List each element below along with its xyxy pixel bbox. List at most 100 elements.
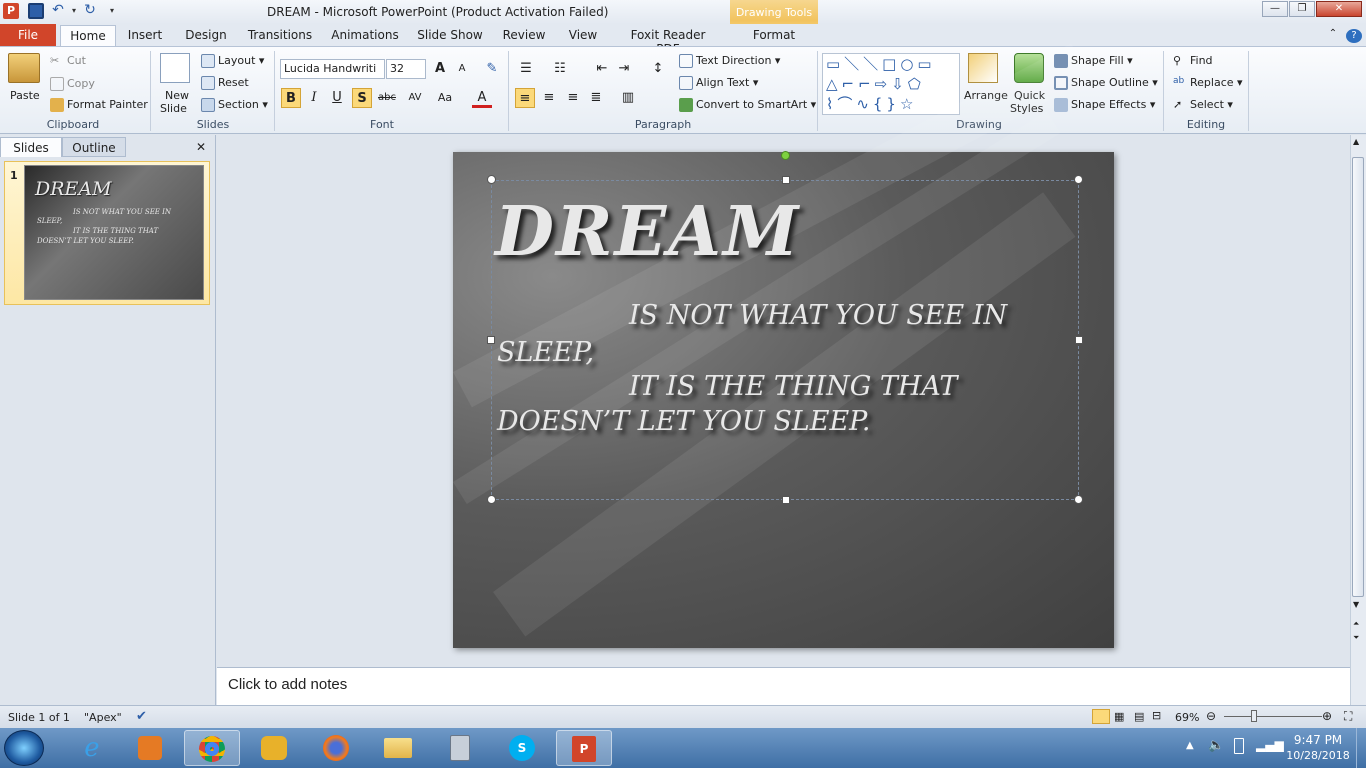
previous-slide-icon[interactable]: ⏶: [1353, 619, 1359, 629]
shapes-gallery[interactable]: ▭＼＼□○▭ △⌐⌐⇨⇩⬠ ⌇⌒∿{}☆: [822, 53, 960, 115]
decrease-indent-icon[interactable]: ⇤: [592, 59, 612, 79]
notes-pane[interactable]: Click to add notes: [217, 667, 1350, 705]
character-spacing-button[interactable]: AV: [402, 88, 428, 108]
scroll-down-icon[interactable]: ▼: [1353, 600, 1359, 609]
format-painter-button[interactable]: Format Painter: [50, 98, 148, 112]
slideshow-view-icon[interactable]: ⊟: [1152, 709, 1161, 722]
undo-dropdown-icon[interactable]: ▾: [66, 3, 82, 19]
clear-formatting-icon[interactable]: ✎: [482, 59, 502, 79]
select-button[interactable]: ➚ Select ▾: [1173, 98, 1233, 112]
replace-button[interactable]: ab Replace ▾: [1173, 76, 1243, 90]
minimize-button[interactable]: —: [1262, 1, 1288, 17]
cut-button[interactable]: ✂ Cut: [50, 54, 86, 68]
calculator-icon[interactable]: [432, 730, 488, 766]
skype-icon[interactable]: S: [494, 730, 550, 766]
tab-insert[interactable]: Insert: [124, 28, 166, 46]
battery-icon[interactable]: [1234, 738, 1244, 754]
vertical-scrollbar[interactable]: ▲ ▼ ⏶ ⏷: [1350, 135, 1366, 705]
slide-canvas[interactable]: DREAM IS NOT WHAT YOU SEE IN SLEEP, IT I…: [453, 43, 1114, 648]
normal-view-icon[interactable]: [1092, 709, 1110, 724]
fit-to-window-icon[interactable]: ⛶: [1344, 709, 1352, 724]
help-icon[interactable]: ?: [1346, 29, 1362, 43]
section-button[interactable]: Section ▾: [201, 98, 268, 112]
arrange-icon[interactable]: [968, 53, 998, 83]
save-icon[interactable]: [28, 3, 44, 19]
resize-handle[interactable]: [1075, 336, 1083, 344]
resize-handle[interactable]: [487, 495, 496, 504]
paste-button[interactable]: Paste: [10, 89, 40, 102]
align-left-icon[interactable]: ≡: [515, 88, 535, 108]
text-direction-button[interactable]: Text Direction ▾: [679, 54, 780, 68]
internet-explorer-icon[interactable]: ℯ: [64, 730, 120, 766]
numbering-icon[interactable]: ☷: [550, 59, 570, 79]
columns-icon[interactable]: ▥: [618, 88, 638, 108]
firefox-icon[interactable]: [308, 730, 364, 766]
customize-qat-icon[interactable]: ▾: [104, 3, 120, 19]
resize-handle[interactable]: [487, 336, 495, 344]
tab-outline[interactable]: Outline: [62, 137, 126, 157]
spell-check-icon[interactable]: ✔: [136, 709, 147, 724]
network-icon[interactable]: ▂▄▆: [1256, 738, 1284, 752]
clock-date[interactable]: 10/28/2018: [1282, 749, 1354, 762]
tab-view[interactable]: View: [564, 28, 602, 46]
resize-handle[interactable]: [782, 496, 790, 504]
strikethrough-button[interactable]: abc: [375, 88, 399, 108]
bullets-icon[interactable]: ☰: [516, 59, 536, 79]
align-right-icon[interactable]: ≡: [563, 88, 583, 108]
minimize-ribbon-icon[interactable]: ⌃: [1326, 28, 1340, 46]
tab-animations[interactable]: Animations: [330, 28, 400, 46]
scroll-up-icon[interactable]: ▲: [1353, 137, 1359, 146]
increase-indent-icon[interactable]: ⇥: [614, 59, 634, 79]
new-slide-icon[interactable]: [160, 53, 190, 83]
tab-review[interactable]: Review: [500, 28, 548, 46]
redo-icon[interactable]: ↻: [82, 3, 98, 19]
slide-line-1[interactable]: IS NOT WHAT YOU SEE IN: [629, 300, 1007, 331]
bold-button[interactable]: B: [281, 88, 301, 108]
underline-button[interactable]: U: [327, 88, 347, 108]
reading-view-icon[interactable]: ▤: [1134, 710, 1144, 723]
tab-foxit-reader-pdf[interactable]: Foxit Reader PDF: [618, 28, 718, 56]
grow-font-button[interactable]: A: [430, 59, 450, 79]
font-name-combo[interactable]: Lucida Handwriti: [280, 59, 385, 79]
close-button[interactable]: ✕: [1316, 1, 1362, 17]
volume-icon[interactable]: 🔈: [1208, 738, 1224, 753]
slide-line-4[interactable]: DOESN’T LET YOU SLEEP.: [497, 406, 870, 437]
paste-icon[interactable]: [8, 53, 40, 83]
zoom-out-icon[interactable]: ⊖: [1206, 709, 1216, 723]
clock-time[interactable]: 9:47 PM: [1288, 733, 1348, 747]
slide-sorter-icon[interactable]: ▦: [1114, 710, 1124, 723]
theme-name[interactable]: "Apex": [84, 711, 122, 724]
change-case-button[interactable]: Aa: [432, 88, 458, 108]
shrink-font-button[interactable]: A: [452, 59, 472, 79]
tab-format[interactable]: Format: [744, 28, 804, 46]
slide-line-3[interactable]: IT IS THE THING THAT: [629, 371, 957, 402]
zoom-slider-thumb[interactable]: [1251, 710, 1257, 722]
tab-home[interactable]: Home: [60, 25, 116, 47]
scroll-thumb[interactable]: [1352, 157, 1364, 597]
new-slide-label-2[interactable]: Slide: [160, 102, 187, 115]
zoom-slider[interactable]: [1224, 716, 1322, 717]
justify-icon[interactable]: ≣: [586, 88, 606, 108]
restore-button[interactable]: ❐: [1289, 1, 1315, 17]
undo-icon[interactable]: ↶: [50, 3, 66, 19]
tab-slides[interactable]: Slides: [0, 137, 62, 157]
font-color-button[interactable]: A: [472, 88, 492, 108]
powerpoint-taskbar-icon[interactable]: P: [556, 730, 612, 766]
tab-file[interactable]: File: [0, 24, 56, 46]
resize-handle[interactable]: [782, 176, 790, 184]
tab-slide-show[interactable]: Slide Show: [416, 28, 484, 46]
italic-button[interactable]: I: [304, 88, 324, 108]
find-button[interactable]: ⚲ Find: [1173, 54, 1213, 68]
file-explorer-icon[interactable]: [370, 730, 426, 766]
line-spacing-icon[interactable]: ↕: [648, 59, 668, 79]
text-shadow-button[interactable]: S: [352, 88, 372, 108]
zoom-in-icon[interactable]: ⊕: [1322, 709, 1332, 723]
slide-thumbnail[interactable]: DREAM IS NOT WHAT YOU SEE IN SLEEP, IT I…: [24, 165, 204, 300]
start-button[interactable]: [4, 730, 44, 766]
shape-effects-button[interactable]: Shape Effects ▾: [1054, 98, 1155, 112]
font-size-combo[interactable]: 32: [386, 59, 426, 79]
reset-button[interactable]: Reset: [201, 76, 249, 90]
game-controller-icon[interactable]: [246, 730, 302, 766]
chrome-icon[interactable]: [184, 730, 240, 766]
tab-design[interactable]: Design: [182, 28, 230, 46]
